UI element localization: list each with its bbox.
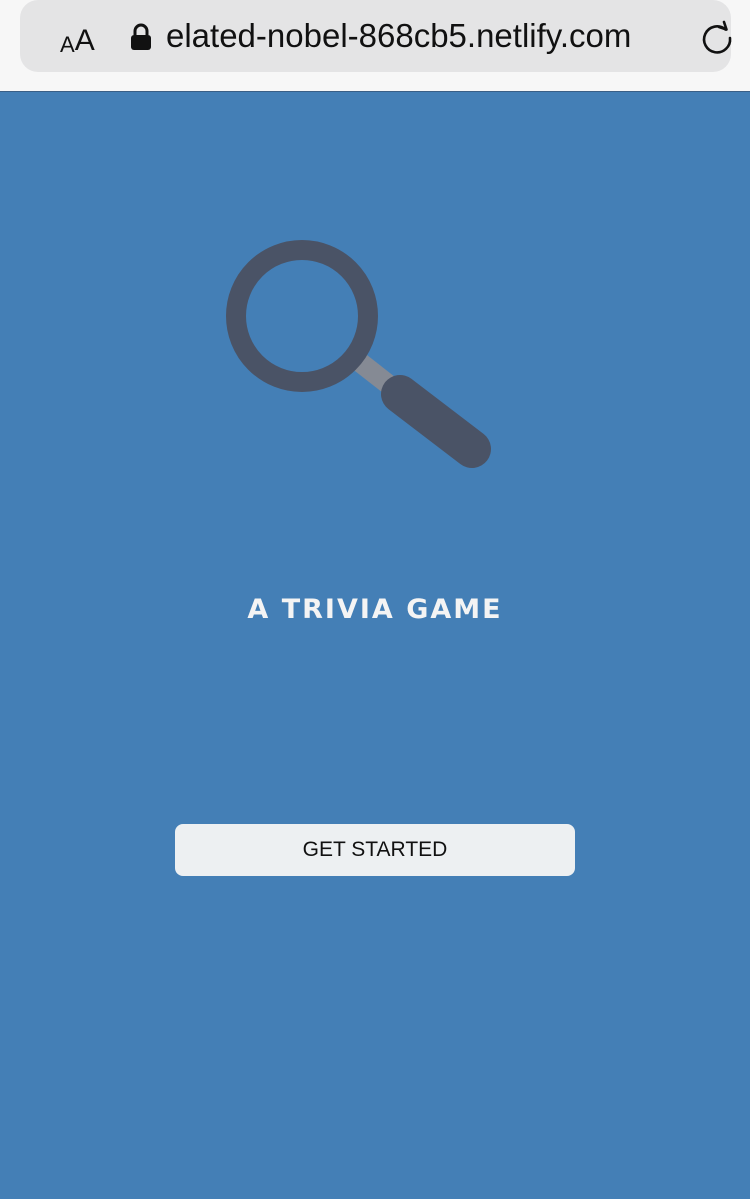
- address-bar[interactable]: A A elated-nobel-868cb5.netlify.com: [20, 0, 732, 72]
- url-text[interactable]: elated-nobel-868cb5.netlify.com: [166, 16, 631, 56]
- text-size-button[interactable]: A A: [60, 18, 95, 56]
- lock-icon: [131, 23, 151, 50]
- reload-icon[interactable]: [699, 20, 735, 56]
- game-subtitle: A TRIVIA GAME: [247, 594, 503, 625]
- get-started-button[interactable]: GET STARTED: [175, 824, 575, 876]
- text-size-small-glyph: A: [60, 32, 75, 57]
- text-size-large-glyph: A: [74, 24, 95, 57]
- magnifying-glass-icon: [226, 240, 491, 468]
- browser-toolbar: A A elated-nobel-868cb5.netlify.com: [0, 0, 750, 92]
